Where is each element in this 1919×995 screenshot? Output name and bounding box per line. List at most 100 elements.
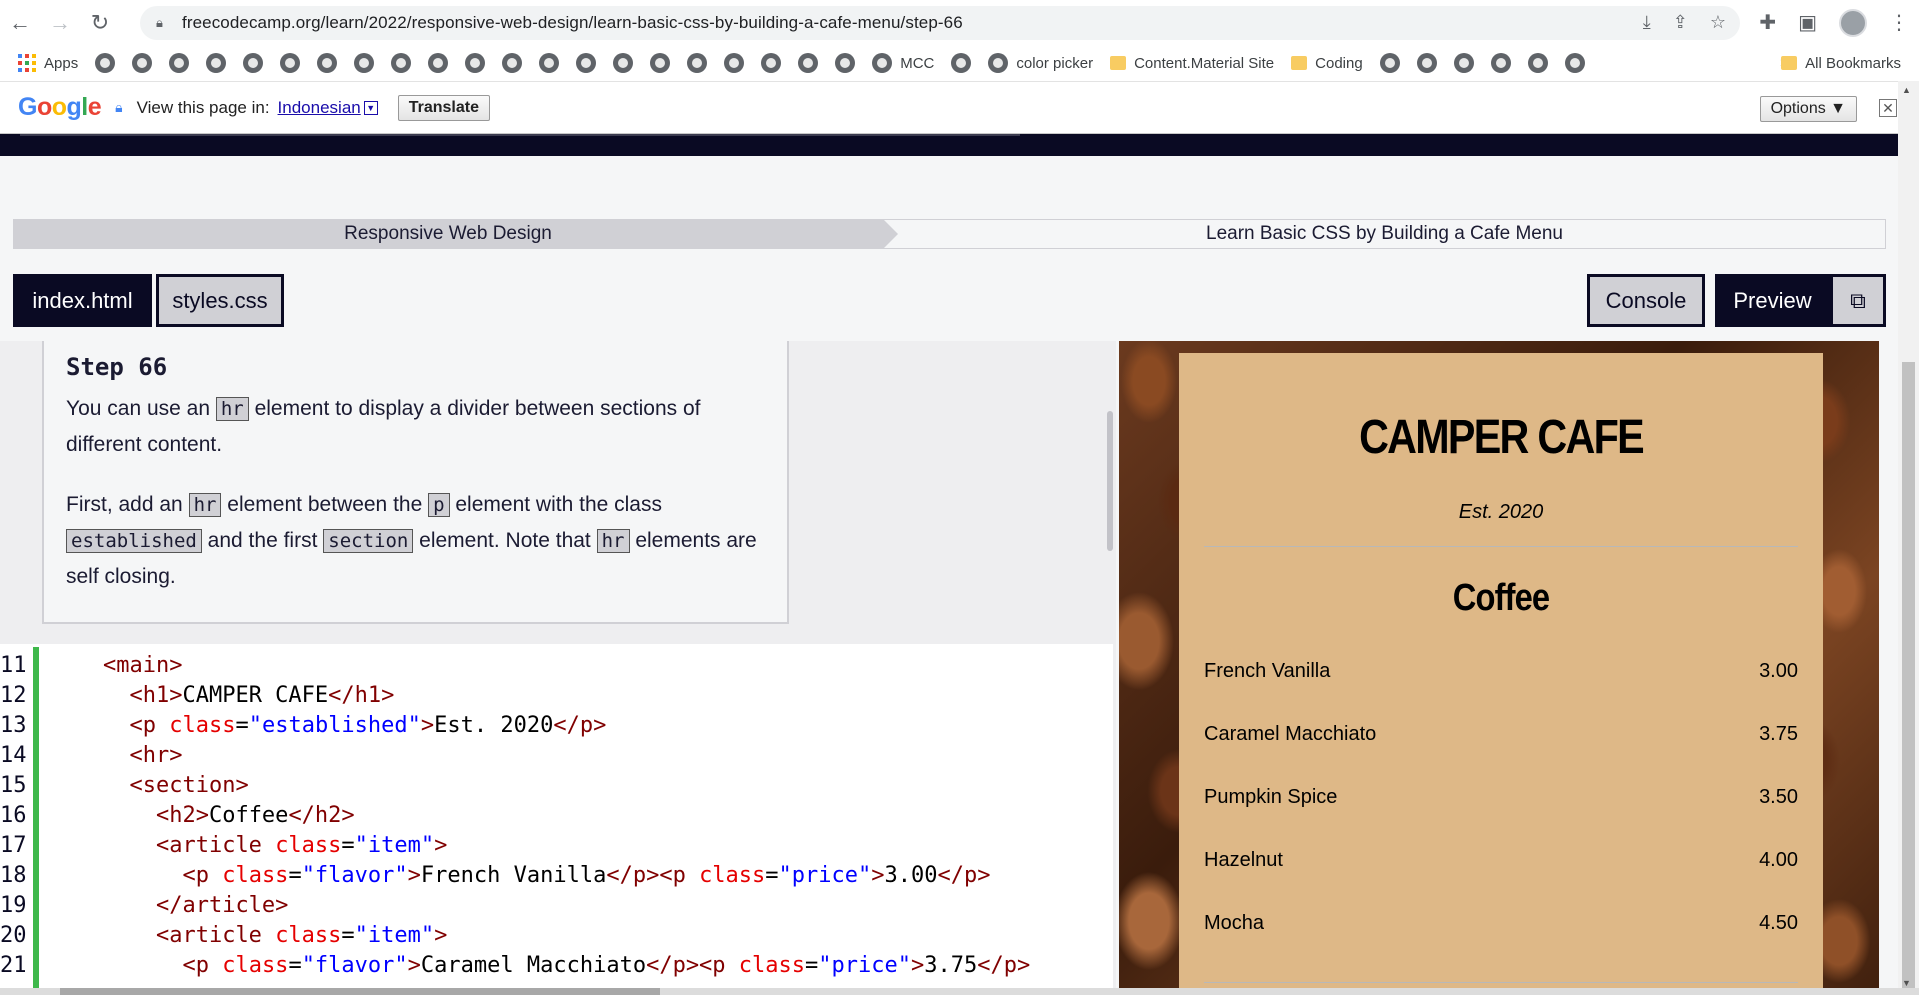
bookmark-globe[interactable] xyxy=(798,53,819,73)
bookmark-color-picker[interactable]: color picker xyxy=(988,53,1093,73)
bookmark-globe[interactable] xyxy=(1564,53,1585,73)
horizontal-scrollbar[interactable] xyxy=(0,988,1919,995)
globe-icon xyxy=(798,53,819,73)
all-bookmarks-label: All Bookmarks xyxy=(1805,54,1901,72)
pane-resize-handle[interactable] xyxy=(1107,411,1113,551)
bookmark-globe[interactable] xyxy=(95,53,116,73)
menu-kebab-icon[interactable]: ⋮ xyxy=(1889,10,1909,35)
code-line[interactable]: 11 <main> xyxy=(0,650,182,680)
bookmark-globe[interactable] xyxy=(280,53,301,73)
forward-icon[interactable]: → xyxy=(40,0,80,45)
bookmark-globe[interactable] xyxy=(1453,53,1474,73)
bookmark-globe[interactable] xyxy=(835,53,856,73)
bookmark-globe[interactable] xyxy=(243,53,264,73)
code-line[interactable]: 15 <section> xyxy=(0,770,249,800)
tab-styles-css[interactable]: styles.css xyxy=(156,274,284,327)
bookmark-mcc[interactable]: MCC xyxy=(872,53,934,73)
bookmark-globe[interactable] xyxy=(502,53,523,73)
bookmark-globe[interactable] xyxy=(724,53,745,73)
bookmark-globe[interactable] xyxy=(1490,53,1511,73)
folder-icon xyxy=(1291,56,1308,70)
globe-icon xyxy=(576,53,597,73)
options-button[interactable]: Options ▼ xyxy=(1759,96,1857,122)
code-editor[interactable]: 11 <main> 12 <h1>CAMPER CAFE</h1> 13 <p cl… xyxy=(0,644,1113,995)
popout-icon[interactable]: ⧉ xyxy=(1830,277,1883,324)
globe-icon xyxy=(613,53,634,73)
language-dropdown-icon[interactable]: ▼ xyxy=(363,100,378,115)
bookmark-globe[interactable] xyxy=(317,53,338,73)
page-scrollbar[interactable]: ▲ ▼ xyxy=(1898,81,1919,995)
bookmark-globe[interactable] xyxy=(650,53,671,73)
scroll-down-icon[interactable]: ▼ xyxy=(1902,978,1911,988)
fcc-navbar xyxy=(0,134,1900,156)
breadcrumb-block[interactable]: Learn Basic CSS by Building a Cafe Menu xyxy=(883,219,1886,249)
close-icon[interactable]: ✕ xyxy=(1879,99,1897,117)
bookmark-globe[interactable] xyxy=(169,53,190,73)
bookmark-globe[interactable] xyxy=(1379,53,1400,73)
bookmark-globe[interactable] xyxy=(1416,53,1437,73)
console-button[interactable]: Console xyxy=(1587,274,1705,327)
bookmark-globe[interactable] xyxy=(428,53,449,73)
back-icon[interactable]: ← xyxy=(0,0,40,45)
bookmark-globe[interactable] xyxy=(391,53,412,73)
inline-code: p xyxy=(428,493,450,517)
globe-icon xyxy=(1490,53,1511,73)
all-bookmarks[interactable]: All Bookmarks xyxy=(1781,55,1901,72)
bookmark-globe[interactable] xyxy=(539,53,560,73)
bookmark-color-picker-label: color picker xyxy=(1016,54,1094,72)
bookmark-content-material[interactable]: Content.Material Site xyxy=(1110,55,1274,72)
inline-code: section xyxy=(323,529,414,553)
globe-icon xyxy=(354,53,375,73)
code-line[interactable]: 18 <p class="flavor">French Vanilla</p><… xyxy=(0,860,990,890)
item-flavor: French Vanilla xyxy=(1204,660,1331,682)
code-line[interactable]: 19 </article> xyxy=(0,890,288,920)
url-text[interactable]: freecodecamp.org/learn/2022/responsive-w… xyxy=(182,13,963,33)
code-line[interactable]: 20 <article class="item"> xyxy=(0,920,447,950)
extensions-icon[interactable]: ✚ xyxy=(1759,10,1776,35)
divider xyxy=(1204,546,1798,547)
language-select[interactable]: Indonesian xyxy=(278,98,361,118)
code-text: <article class="item"> xyxy=(155,922,448,948)
scroll-up-icon[interactable]: ▲ xyxy=(1902,85,1911,95)
bookmark-globe[interactable] xyxy=(354,53,375,73)
scrollbar-thumb[interactable] xyxy=(1902,362,1915,995)
install-icon[interactable]: ⤓ xyxy=(1643,12,1651,33)
item-flavor: Pumpkin Spice xyxy=(1204,786,1338,808)
profile-avatar[interactable] xyxy=(1839,8,1867,37)
code-line[interactable]: 17 <article class="item"> xyxy=(0,830,447,860)
bookmark-coding[interactable]: Coding xyxy=(1291,55,1363,72)
side-panel-icon[interactable]: ▣ xyxy=(1798,10,1817,35)
tab-index-html[interactable]: index.html xyxy=(13,274,152,327)
code-line[interactable]: 13 <p class="established">Est. 2020</p> xyxy=(0,710,606,740)
bookmark-globe[interactable] xyxy=(1527,53,1548,73)
bookmark-apps[interactable]: Apps xyxy=(18,54,78,72)
address-bar[interactable]: 🔒︎ freecodecamp.org/learn/2022/responsiv… xyxy=(140,6,1740,40)
translate-bar: Google 🔒︎ View this page in: Indonesian … xyxy=(0,81,1919,134)
breadcrumb-superblock[interactable]: Responsive Web Design xyxy=(13,219,898,249)
bookmark-globe[interactable] xyxy=(951,53,972,73)
share-icon[interactable]: ⇪ xyxy=(1673,12,1688,33)
bookmarks-bar: Apps MCC color picker Content.Material S… xyxy=(0,45,1919,81)
globe-icon xyxy=(502,53,523,73)
folder-icon xyxy=(1781,56,1798,70)
bookmark-globe[interactable] xyxy=(613,53,634,73)
bookmark-globe[interactable] xyxy=(132,53,153,73)
site-info-icon[interactable]: 🔒︎ xyxy=(156,15,170,31)
code-line[interactable]: 21 <p class="flavor">Caramel Macchiato</… xyxy=(0,950,1030,980)
code-line[interactable]: 16 <h2>Coffee</h2> xyxy=(0,800,355,830)
bookmark-globe[interactable] xyxy=(206,53,227,73)
bookmark-globe[interactable] xyxy=(465,53,486,73)
bookmark-star-icon[interactable]: ☆ xyxy=(1710,12,1726,33)
bookmark-globe[interactable] xyxy=(576,53,597,73)
code-line[interactable]: 12 <h1>CAMPER CAFE</h1> xyxy=(0,680,394,710)
preview-button[interactable]: Preview ⧉ xyxy=(1715,274,1886,327)
code-line[interactable]: 14 <hr> xyxy=(0,740,182,770)
code-text: </article> xyxy=(155,892,289,918)
translate-button[interactable]: Translate xyxy=(397,94,490,121)
bookmark-globe[interactable] xyxy=(687,53,708,73)
globe-icon xyxy=(650,53,671,73)
browser-toolbar: ← → ↻ 🔒︎ freecodecamp.org/learn/2022/res… xyxy=(0,0,1919,45)
reload-icon[interactable]: ↻ xyxy=(80,0,120,45)
bookmark-globe[interactable] xyxy=(761,53,782,73)
bookmark-mcc-label: MCC xyxy=(900,54,935,72)
